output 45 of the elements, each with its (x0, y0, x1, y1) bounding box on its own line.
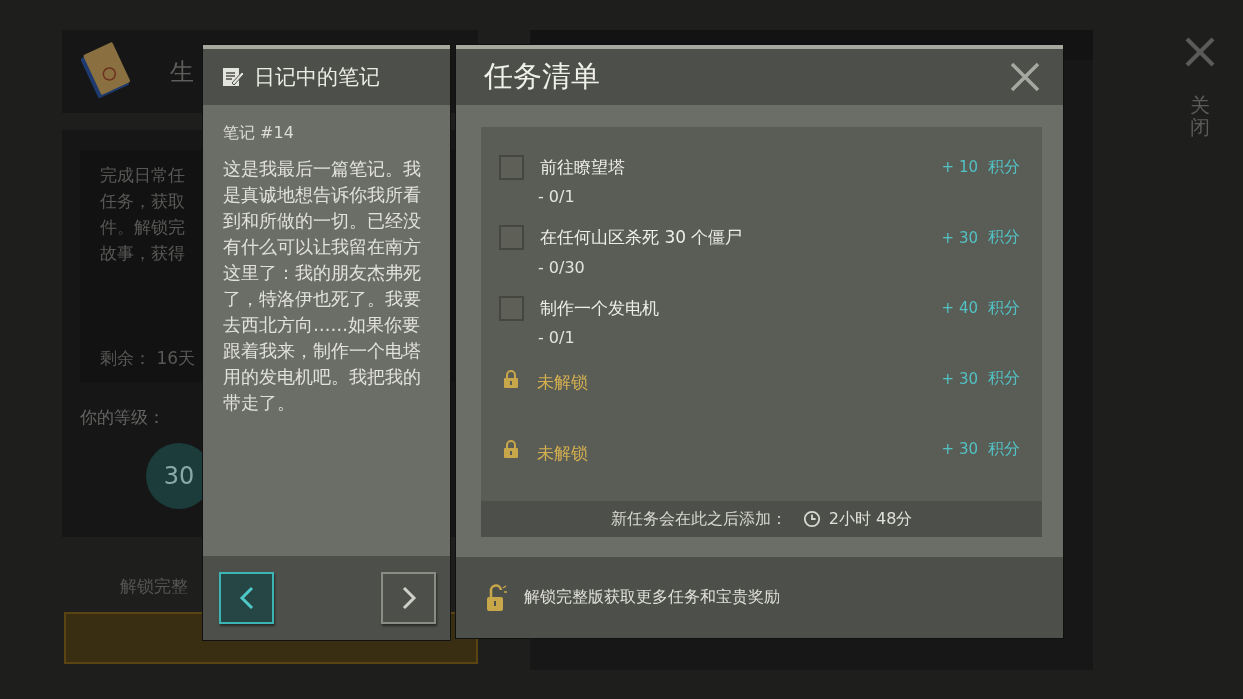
points-value: + 10 (941, 158, 978, 176)
locked-label: 未解锁 (537, 371, 588, 394)
panel-title: 任务清单 (484, 58, 600, 95)
close-icon (1184, 36, 1216, 68)
next-button[interactable] (381, 572, 436, 624)
note-number: 笔记 #14 (223, 123, 295, 144)
footer-time: 2小时 48分 (828, 508, 913, 530)
note-text: 这是我最后一篇笔记。我是真诚地想告诉你我所看到和所做的一切。已经没有什么可以让我留在南方这里了：我的朋友杰弗死了，特洛伊也死了。我要去西北方向……如果你要跟着我来，制作一个电塔用的发电机吧。我把我的带走了。 (223, 158, 422, 415)
footer-label: 新任务会在此之后添加： (610, 508, 787, 530)
points-unit: 积分 (988, 156, 1020, 178)
lock-icon (503, 440, 519, 458)
chevron-left-icon (238, 586, 255, 610)
task-label: 前往瞭望塔 (540, 155, 625, 179)
description-line: 任务，获取 (100, 190, 185, 213)
lock-icon (503, 369, 519, 388)
points-value: + 30 (941, 440, 978, 458)
points-value: + 40 (941, 299, 978, 317)
panel-title: 日记中的笔记 (254, 64, 380, 91)
description-line: 故事，获得 (100, 242, 185, 265)
points-unit: 积分 (988, 438, 1020, 460)
clock-icon (802, 510, 821, 528)
note-icon (222, 66, 244, 88)
chevron-right-icon (400, 586, 417, 610)
points-unit: 积分 (988, 227, 1020, 248)
description-line: 完成日常任 (100, 164, 185, 187)
header-title: 生 (170, 56, 194, 88)
close-label: 关闭 (1190, 94, 1210, 138)
close-button[interactable] (1009, 61, 1041, 93)
task-label: 制作一个发电机 (540, 296, 659, 320)
points-value: + 30 (941, 228, 978, 247)
promo-text: 解锁完整版获取更多任务和宝贵奖励 (524, 587, 780, 608)
checkbox[interactable] (499, 225, 524, 250)
close-icon (1009, 61, 1041, 93)
checkbox[interactable] (499, 154, 524, 180)
points-unit: 积分 (988, 368, 1020, 389)
locked-label: 未解锁 (537, 441, 588, 465)
checkbox[interactable] (499, 295, 524, 321)
level-label: 你的等级： (80, 406, 165, 429)
description-line: 件。解锁完 (100, 216, 185, 239)
remaining-time: 剩余： 16天 (100, 347, 196, 370)
unlocked-lock-icon (486, 583, 508, 612)
previous-button[interactable] (219, 572, 274, 624)
points-unit: 积分 (988, 297, 1020, 319)
task-label: 在任何山区杀死 30 个僵尸 (540, 226, 743, 249)
points-value: + 30 (941, 369, 978, 388)
